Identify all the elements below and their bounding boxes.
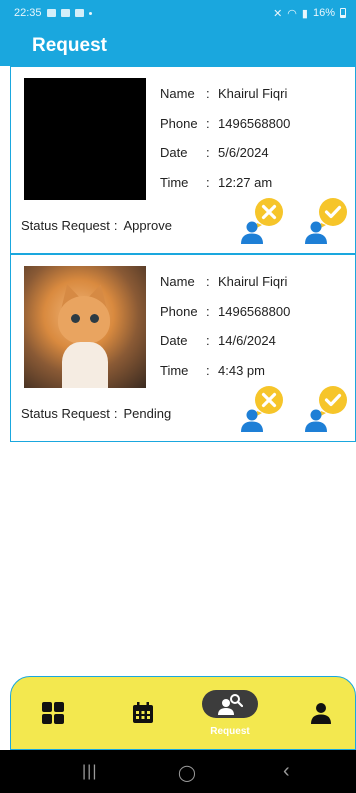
status-value: Pending (123, 406, 172, 421)
name-value: Khairul Fiqri (218, 274, 288, 290)
time-label: Time (160, 174, 189, 190)
reject-user-icon[interactable] (235, 384, 285, 432)
cloud-icon (60, 9, 70, 17)
request-details: Name: Khairul Fiqri Phone:1496568800 Date… (160, 86, 291, 190)
reject-user-icon[interactable] (235, 196, 285, 244)
date-label: Date (160, 333, 188, 349)
status-label: Status Request (21, 406, 110, 421)
request-card[interactable]: Name: Khairul Fiqri Phone:1496568800 Date… (10, 254, 356, 442)
system-navigation-bar: ||| ◯ ‹ (0, 750, 356, 793)
profile-icon (311, 703, 331, 724)
chat-icon (74, 9, 84, 17)
time-label: Time (160, 362, 189, 378)
back-button[interactable]: ‹ (283, 760, 290, 783)
battery-level: 16% (312, 7, 335, 19)
page-title: Request (32, 35, 107, 56)
screen: 22:35 ✕ ◠ ▮ 16% Request Name: Khairul Fiq… (0, 0, 356, 793)
phone-label: Phone (160, 303, 198, 319)
gallery-icon (46, 9, 56, 17)
signal-icon: ▮ (301, 7, 308, 20)
phone-value: 1496568800 (218, 303, 291, 319)
status-label: Status Request (21, 218, 110, 233)
time-value: 12:27 am (218, 174, 273, 190)
date-value: 14/6/2024 (218, 333, 276, 349)
status-request: Status Request: Approve (21, 218, 172, 233)
nav-profile[interactable] (307, 699, 335, 727)
nav-dashboard[interactable] (39, 699, 67, 727)
phone-value: 1496568800 (218, 115, 291, 131)
calendar-icon (133, 702, 153, 723)
date-value: 5/6/2024 (218, 145, 269, 161)
time-value: 4:43 pm (218, 362, 265, 378)
status-request: Status Request: Pending (21, 406, 172, 421)
date-label: Date (160, 145, 188, 161)
approve-user-icon[interactable] (299, 196, 349, 244)
approve-user-icon[interactable] (299, 384, 349, 432)
request-photo (24, 266, 146, 388)
recent-apps-button[interactable]: ||| (82, 763, 97, 781)
request-card[interactable]: Name: Khairul Fiqri Phone:1496568800 Date… (10, 66, 356, 254)
wifi-icon: ◠ (287, 7, 297, 20)
request-details: Name: Khairul Fiqri Phone:1496568800 Date… (160, 274, 291, 378)
status-bar: 22:35 ✕ ◠ ▮ 16% (0, 0, 356, 26)
cat-chest (62, 342, 108, 388)
notification-dot-icon (88, 11, 92, 15)
mute-icon: ✕ (273, 7, 283, 20)
battery-icon (340, 8, 346, 18)
nav-request[interactable] (202, 690, 258, 718)
name-label: Name (160, 274, 195, 290)
name-label: Name (160, 86, 195, 102)
app-bar: Request (0, 26, 356, 66)
bottom-navigation: Request (10, 676, 356, 750)
phone-label: Phone (160, 115, 198, 131)
request-photo (24, 78, 146, 200)
cat-eye (90, 314, 99, 323)
name-value: Khairul Fiqri (218, 86, 288, 102)
status-value: Approve (123, 218, 172, 233)
dashboard-icon (42, 702, 64, 724)
nav-calendar[interactable] (129, 699, 157, 727)
status-time: 22:35 (14, 7, 42, 19)
home-button[interactable]: ◯ (178, 763, 196, 783)
request-icon (218, 694, 243, 715)
cat-eye (71, 314, 80, 323)
cat-face (58, 296, 110, 344)
nav-request-label: Request (210, 726, 250, 737)
